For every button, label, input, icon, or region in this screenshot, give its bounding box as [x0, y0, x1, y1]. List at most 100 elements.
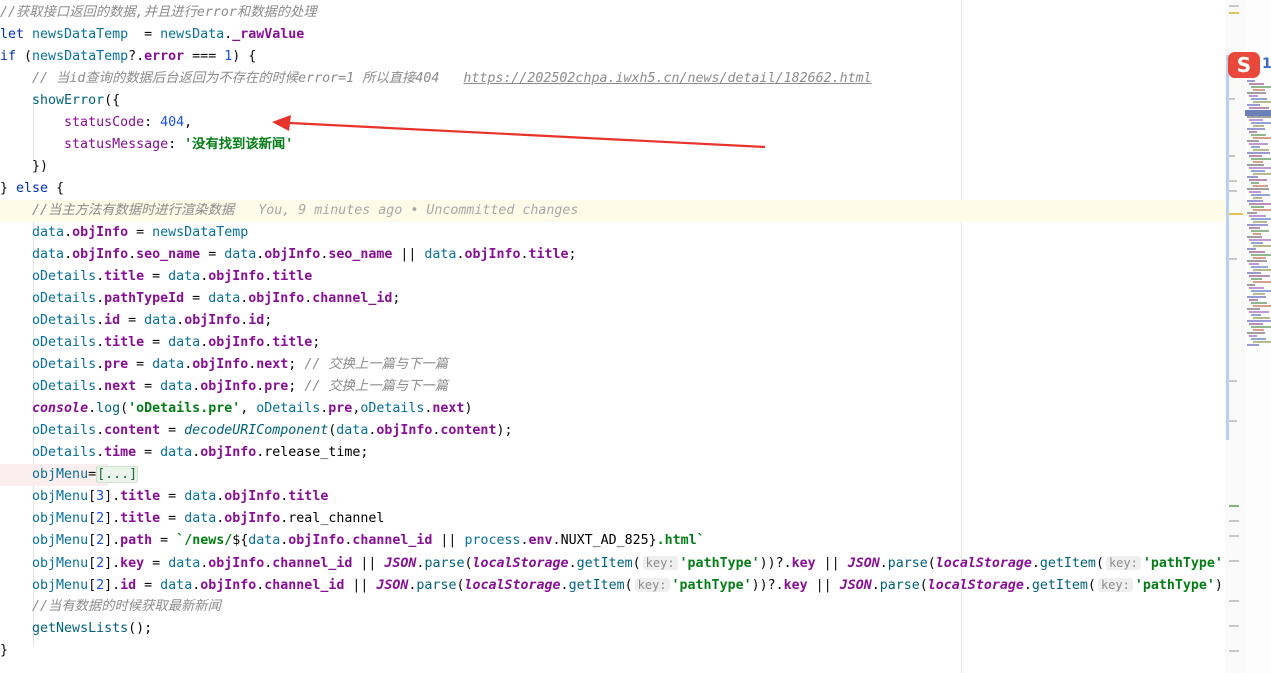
minimap-line — [1249, 107, 1269, 109]
sogou-input-logo[interactable]: S — [1228, 52, 1260, 78]
minimap-line — [1251, 230, 1269, 232]
minimap-line — [1253, 233, 1261, 235]
minimap-line — [1249, 335, 1257, 337]
minimap-line — [1253, 101, 1271, 103]
minimap-line — [1247, 80, 1255, 82]
minimap-line — [1253, 305, 1271, 307]
code-token: 'pathType' — [1142, 556, 1223, 571]
minimap-line — [1247, 140, 1259, 142]
change-marker — [1229, 5, 1239, 7]
change-marker — [1229, 520, 1239, 522]
minimap-line — [1251, 194, 1270, 196]
change-marker — [1229, 180, 1237, 182]
minimap-line — [1247, 128, 1265, 130]
minimap-line — [1249, 311, 1269, 313]
minimap-line — [1253, 197, 1262, 199]
minimap-line — [1253, 245, 1271, 247]
minimap-line — [1247, 272, 1261, 274]
minimap-line — [1247, 104, 1260, 106]
annotation-arrow — [272, 115, 766, 149]
minimap-line — [1249, 287, 1264, 289]
minimap-line — [1247, 236, 1262, 238]
minimap-line — [1251, 170, 1265, 172]
minimap-line — [1253, 293, 1265, 295]
minimap-line — [1247, 260, 1267, 262]
minimap-line — [1253, 185, 1268, 187]
code-token: ))?. — [1214, 578, 1225, 593]
minimap-line — [1251, 338, 1266, 340]
code-token: . — [1023, 578, 1032, 593]
minimap-line — [1247, 284, 1255, 286]
minimap-line — [1251, 254, 1271, 256]
minimap-line — [1251, 242, 1263, 244]
change-marker — [1229, 213, 1243, 215]
code-minimap[interactable] — [1245, 0, 1271, 673]
minimap-line — [1247, 164, 1264, 166]
change-marker — [1229, 420, 1237, 422]
minimap-line — [1249, 203, 1271, 205]
minimap-line — [1253, 161, 1263, 163]
minimap-line — [1247, 224, 1268, 226]
minimap-line — [1251, 182, 1259, 184]
minimap-line — [1251, 86, 1271, 88]
minimap-line — [1249, 167, 1271, 169]
minimap-line — [1247, 212, 1257, 214]
minimap-line — [1249, 251, 1265, 253]
change-marker — [1229, 98, 1235, 100]
code-token: getItem — [1031, 578, 1088, 593]
minimap-line — [1251, 206, 1264, 208]
code-editor[interactable]: //获取接口返回的数据,并且进行error和数据的处理 let newsDataT… — [0, 0, 1225, 673]
minimap-line — [1249, 263, 1259, 265]
parameter-hint: key: — [1105, 556, 1141, 570]
minimap-line — [1249, 239, 1271, 241]
minimap-line — [1249, 155, 1262, 157]
change-marker — [1229, 505, 1239, 507]
minimap-line — [1249, 119, 1263, 121]
minimap-line — [1253, 317, 1270, 319]
minimap-line — [1253, 257, 1266, 259]
minimap-line — [1253, 149, 1269, 151]
minimap-line — [1247, 248, 1256, 250]
minimap-line — [1249, 179, 1267, 181]
minimap-line — [1251, 122, 1271, 124]
minimap-line — [1247, 344, 1259, 346]
minimap-line — [1251, 326, 1271, 328]
code-token: ( — [1087, 578, 1096, 593]
change-marker — [1229, 600, 1239, 602]
change-marker — [1229, 12, 1239, 14]
minimap-line — [1253, 125, 1264, 127]
minimap-line — [1251, 302, 1267, 304]
minimap-line — [1247, 92, 1266, 94]
minimap-line — [1251, 314, 1261, 316]
input-toolbar-icon[interactable]: 1 — [1262, 56, 1271, 74]
minimap-line — [1247, 332, 1265, 334]
change-marker — [1229, 650, 1239, 652]
minimap-line — [1249, 299, 1258, 301]
change-marker — [1229, 535, 1239, 537]
minimap-line — [1249, 323, 1263, 325]
minimap-line — [1247, 176, 1258, 178]
minimap-line — [1247, 152, 1270, 154]
editor-scrollbar-thumb[interactable] — [1226, 55, 1229, 440]
minimap-line — [1249, 83, 1264, 85]
minimap-line — [1247, 188, 1269, 190]
minimap-line — [1253, 329, 1264, 331]
minimap-line — [1249, 143, 1268, 145]
minimap-line — [1249, 191, 1261, 193]
change-marker — [1229, 380, 1237, 382]
minimap-line — [1251, 134, 1266, 136]
code-token: ( — [1095, 556, 1104, 571]
minimap-line — [1253, 173, 1271, 175]
parameter-hint: key: — [1097, 578, 1133, 592]
minimap-line — [1249, 227, 1260, 229]
minimap-line — [1249, 275, 1270, 277]
minimap-line — [1247, 200, 1263, 202]
minimap-viewport[interactable] — [1245, 110, 1271, 116]
minimap-line — [1251, 266, 1268, 268]
minimap-line — [1251, 98, 1267, 100]
change-marker — [1229, 625, 1239, 627]
minimap-line — [1249, 215, 1266, 217]
minimap-line — [1251, 158, 1271, 160]
editor-gutter — [1225, 0, 1245, 673]
change-marker — [1229, 155, 1235, 157]
